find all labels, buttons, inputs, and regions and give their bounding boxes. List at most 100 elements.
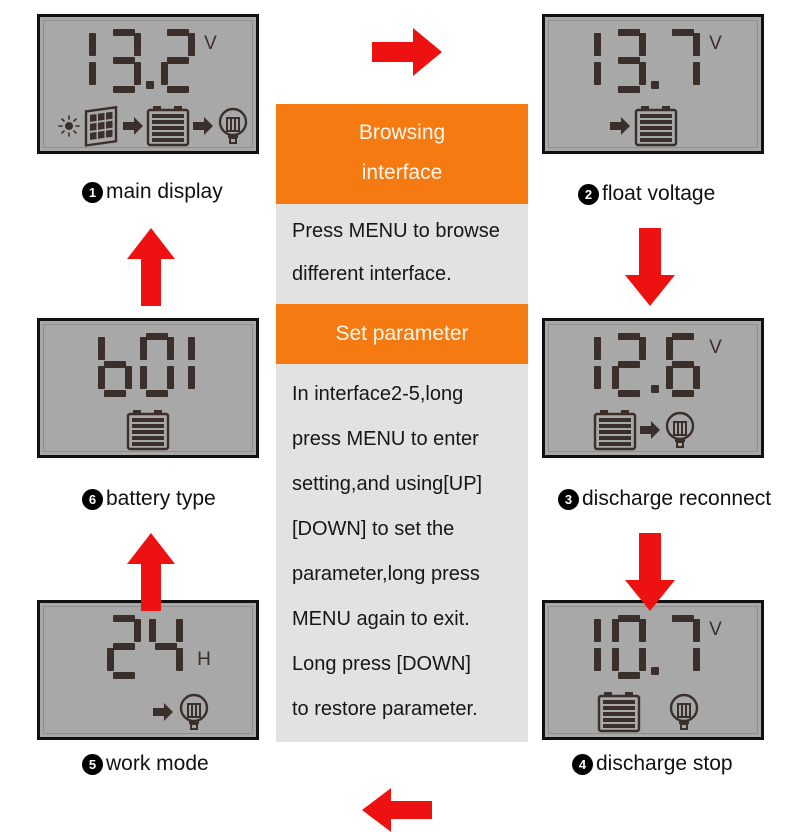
seven-segment-digits: [103, 615, 187, 679]
badge-number: 2: [578, 183, 599, 205]
battery-icon: [597, 692, 641, 733]
decimal-point: [650, 29, 662, 93]
browsing-note-line-1: Press MENU to browse: [292, 220, 500, 242]
badge-number: 4: [572, 753, 593, 775]
solar-panel-icon: [84, 105, 118, 147]
set-note-line-3: setting,and using[UP]: [292, 473, 483, 495]
lcd-reading-main-display: V: [40, 29, 256, 93]
badge-number: 3: [558, 488, 579, 510]
digit-2: [161, 29, 196, 93]
caption-discharge-reconnect: 3 discharge reconnect: [558, 487, 771, 511]
set-parameter-instruction-text: In interface2-5,long press MENU to enter…: [276, 364, 528, 742]
caption-text: work mode: [106, 752, 209, 775]
seven-segment-digits: [584, 333, 704, 397]
unit-label: V: [204, 33, 217, 54]
lcd-icon-row-discharge-stop: [597, 691, 701, 733]
badge-number: 1: [82, 181, 103, 203]
battery-icon: [146, 106, 190, 147]
decimal-point: [650, 615, 662, 679]
browsing-instruction-text: Press MENU to browse different interface…: [276, 204, 528, 304]
caption-text: battery type: [106, 487, 216, 510]
set-parameter-title: Set parameter: [335, 322, 469, 345]
lcd-reading-work-mode: H: [40, 615, 256, 679]
arrow-top-right: [372, 28, 442, 76]
seven-segment-digits: [584, 615, 704, 679]
lcd-icon-row-battery-type: [126, 409, 170, 451]
digit-0: [612, 615, 647, 679]
set-note-line-4: [DOWN] to set the: [292, 518, 455, 540]
lcd-panel-float-voltage: V: [542, 14, 764, 154]
digit-2: [107, 615, 142, 679]
caption-float-voltage: 2 float voltage: [578, 182, 715, 206]
browsing-title-line-2: interface: [361, 161, 443, 184]
digit-1: [588, 29, 604, 93]
badge-number: 5: [82, 753, 103, 775]
digit-0: [140, 333, 174, 397]
caption-battery-type: 6 battery type: [82, 487, 216, 511]
decimal-point: [650, 333, 662, 397]
arrow-left-lower: [127, 228, 175, 306]
lcd-panel-battery-type: [37, 318, 259, 458]
battery-icon: [634, 106, 678, 147]
decimal-point: [145, 29, 157, 93]
battery-icon: [593, 410, 637, 451]
caption-main-display: 1 main display: [82, 180, 223, 204]
digit-1: [83, 29, 99, 93]
digit-2: [612, 333, 647, 397]
set-note-line-6: MENU again to exit.: [292, 608, 470, 630]
caption-work-mode: 5 work mode: [82, 752, 209, 776]
caption-text: discharge stop: [596, 752, 733, 775]
lcd-reading-float-voltage: V: [545, 29, 761, 93]
lcd-icon-row-float-voltage: [609, 105, 678, 147]
arrow-right-icon: [193, 117, 213, 135]
digit-1: [182, 333, 198, 397]
badge-number: 6: [82, 488, 103, 510]
lcd-icon-row-discharge-reconnect: [593, 409, 697, 451]
unit-label: H: [197, 649, 211, 670]
caption-text: main display: [106, 180, 223, 203]
light-bulb-icon: [179, 693, 209, 730]
digit-1: [588, 333, 604, 397]
seven-segment-digits: [94, 333, 202, 397]
caption-text: discharge reconnect: [582, 487, 772, 510]
sun-icon: [58, 115, 80, 137]
arrow-right-upper: [625, 228, 675, 306]
lcd-panel-work-mode: H: [37, 600, 259, 740]
set-note-line-2: press MENU to enter: [292, 428, 479, 450]
light-bulb-icon: [665, 411, 695, 448]
seven-segment-digits: [79, 29, 199, 93]
browsing-interface-header: Browsing interface: [276, 104, 528, 204]
lcd-reading-discharge-stop: V: [545, 615, 761, 679]
light-bulb-icon: [669, 693, 699, 730]
lcd-panel-main-display: V: [37, 14, 259, 154]
set-note-line-5: parameter,long press: [292, 563, 480, 585]
lcd-icon-row-work-mode: [152, 691, 211, 733]
arrow-bottom-left: [362, 788, 432, 832]
light-bulb-icon: [218, 107, 248, 144]
lcd-icon-row-main-display: [58, 105, 250, 147]
arrow-right-icon: [123, 117, 143, 135]
digit-7: [666, 615, 701, 679]
browsing-title-line-1: Browsing: [358, 121, 446, 144]
arrow-right-icon: [153, 703, 173, 721]
digit-1: [588, 615, 604, 679]
arrow-left-upper: [127, 533, 175, 611]
set-note-line-1: In interface2-5,long: [292, 383, 464, 405]
seven-segment-digits: [584, 29, 704, 93]
set-parameter-header: Set parameter: [276, 304, 528, 364]
digit-3: [107, 29, 142, 93]
instruction-column: Browsing interface Press MENU to browse …: [276, 104, 528, 742]
set-note-line-7: Long press [DOWN]: [292, 653, 471, 675]
battery-icon: [126, 410, 170, 451]
caption-discharge-stop: 4 discharge stop: [572, 752, 733, 776]
digit-3: [612, 29, 647, 93]
digit-7: [666, 29, 701, 93]
arrow-right-icon: [640, 421, 660, 439]
lcd-panel-discharge-reconnect: V: [542, 318, 764, 458]
arrow-right-lower: [625, 533, 675, 611]
unit-label: V: [709, 33, 722, 54]
unit-label: V: [709, 619, 722, 640]
digit-6: [666, 333, 701, 397]
digit-b: [98, 333, 132, 397]
lcd-reading-battery-type: [40, 333, 256, 397]
